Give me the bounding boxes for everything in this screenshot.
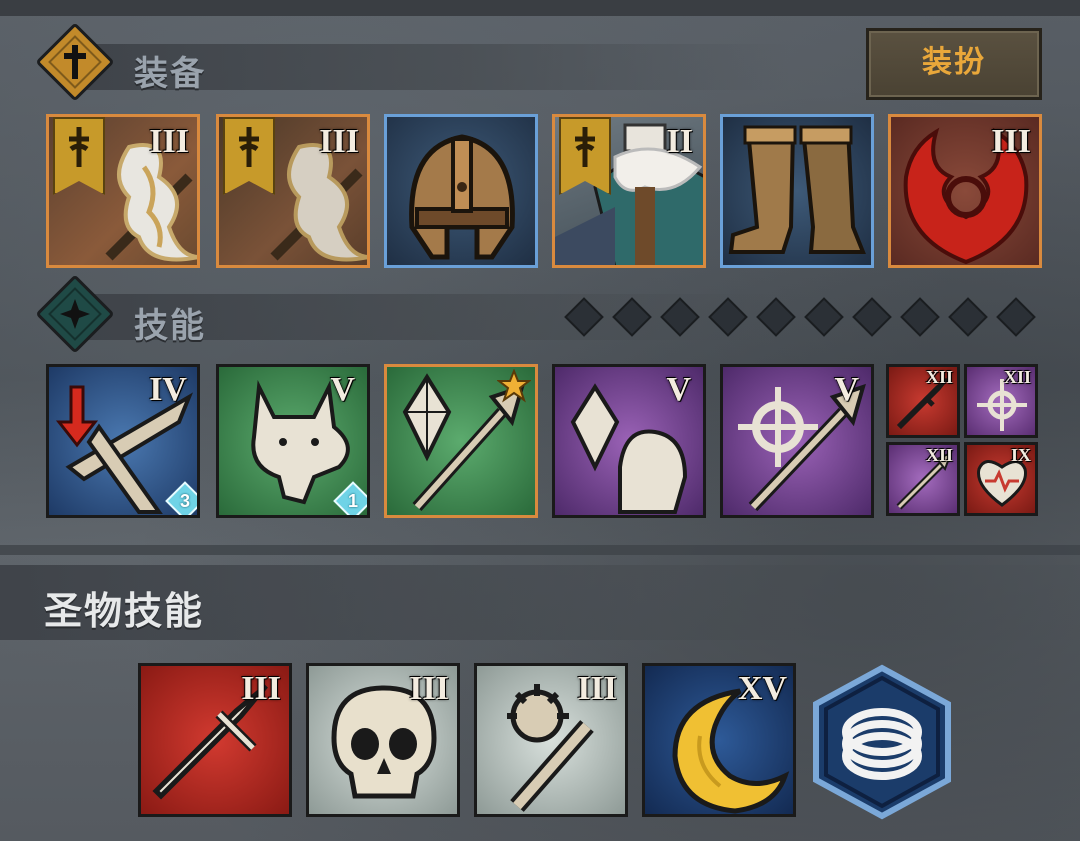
skill-slot-1[interactable]: IV 3 xyxy=(46,364,200,518)
tier-label: III xyxy=(241,670,281,707)
tier-label: XII xyxy=(925,367,953,387)
boots-icon xyxy=(728,125,866,254)
section-divider xyxy=(0,545,1080,555)
relic-ring-button[interactable] xyxy=(812,664,952,820)
skill-slot-2[interactable]: V 1 xyxy=(216,364,370,518)
equipment-slot-helmet[interactable] xyxy=(384,114,538,268)
skill-slot-5[interactable]: V xyxy=(720,364,874,518)
relic-slot-1[interactable]: III xyxy=(138,663,292,817)
equipment-slot-weapon-2[interactable]: III xyxy=(216,114,370,268)
equipment-slot-emblem[interactable]: III xyxy=(888,114,1042,268)
star-icon xyxy=(497,369,531,403)
relic-slot-4[interactable]: XV xyxy=(642,663,796,817)
mini-skill-slot-3[interactable]: XII xyxy=(886,442,960,516)
tier-label: XII xyxy=(1003,367,1031,387)
ring-icon xyxy=(813,664,951,820)
top-strip xyxy=(0,0,1080,16)
tier-label: XV xyxy=(737,670,787,707)
tier-label: V xyxy=(330,371,355,408)
relic-slot-3[interactable]: III xyxy=(474,663,628,817)
tier-label: III xyxy=(577,670,617,707)
sword-icon xyxy=(64,45,86,79)
tier-label: III xyxy=(991,123,1031,160)
dress-button[interactable]: 装扮 xyxy=(866,28,1042,100)
mini-skill-slot-1[interactable]: XII xyxy=(886,364,960,438)
tier-label: IV xyxy=(149,371,187,408)
mini-skill-slot-2[interactable]: XII xyxy=(964,364,1038,438)
equipment-slot-boots[interactable] xyxy=(720,114,874,268)
mini-skill-slot-4[interactable]: IX xyxy=(964,442,1038,516)
tier-label: III xyxy=(319,123,359,160)
tier-label: III xyxy=(149,123,189,160)
equipment-title: 装备 xyxy=(134,55,206,93)
tier-label: XII xyxy=(925,445,953,465)
helmet-icon xyxy=(409,134,515,260)
star-burst-icon xyxy=(60,299,90,329)
relic-slot-2[interactable]: III xyxy=(306,663,460,817)
tier-label: V xyxy=(666,371,691,408)
skill-slot-3[interactable] xyxy=(384,364,538,518)
skill-slot-4[interactable]: V xyxy=(552,364,706,518)
relic-title: 圣物技能 xyxy=(44,591,205,633)
tier-label: V xyxy=(834,371,859,408)
equipment-slot-weapon-1[interactable]: III xyxy=(46,114,200,268)
tier-label: III xyxy=(409,670,449,707)
equipment-slot-armor[interactable]: II xyxy=(552,114,706,268)
tier-label: IX xyxy=(1010,445,1031,465)
tier-label: II xyxy=(666,123,693,160)
skills-title: 技能 xyxy=(134,307,206,345)
